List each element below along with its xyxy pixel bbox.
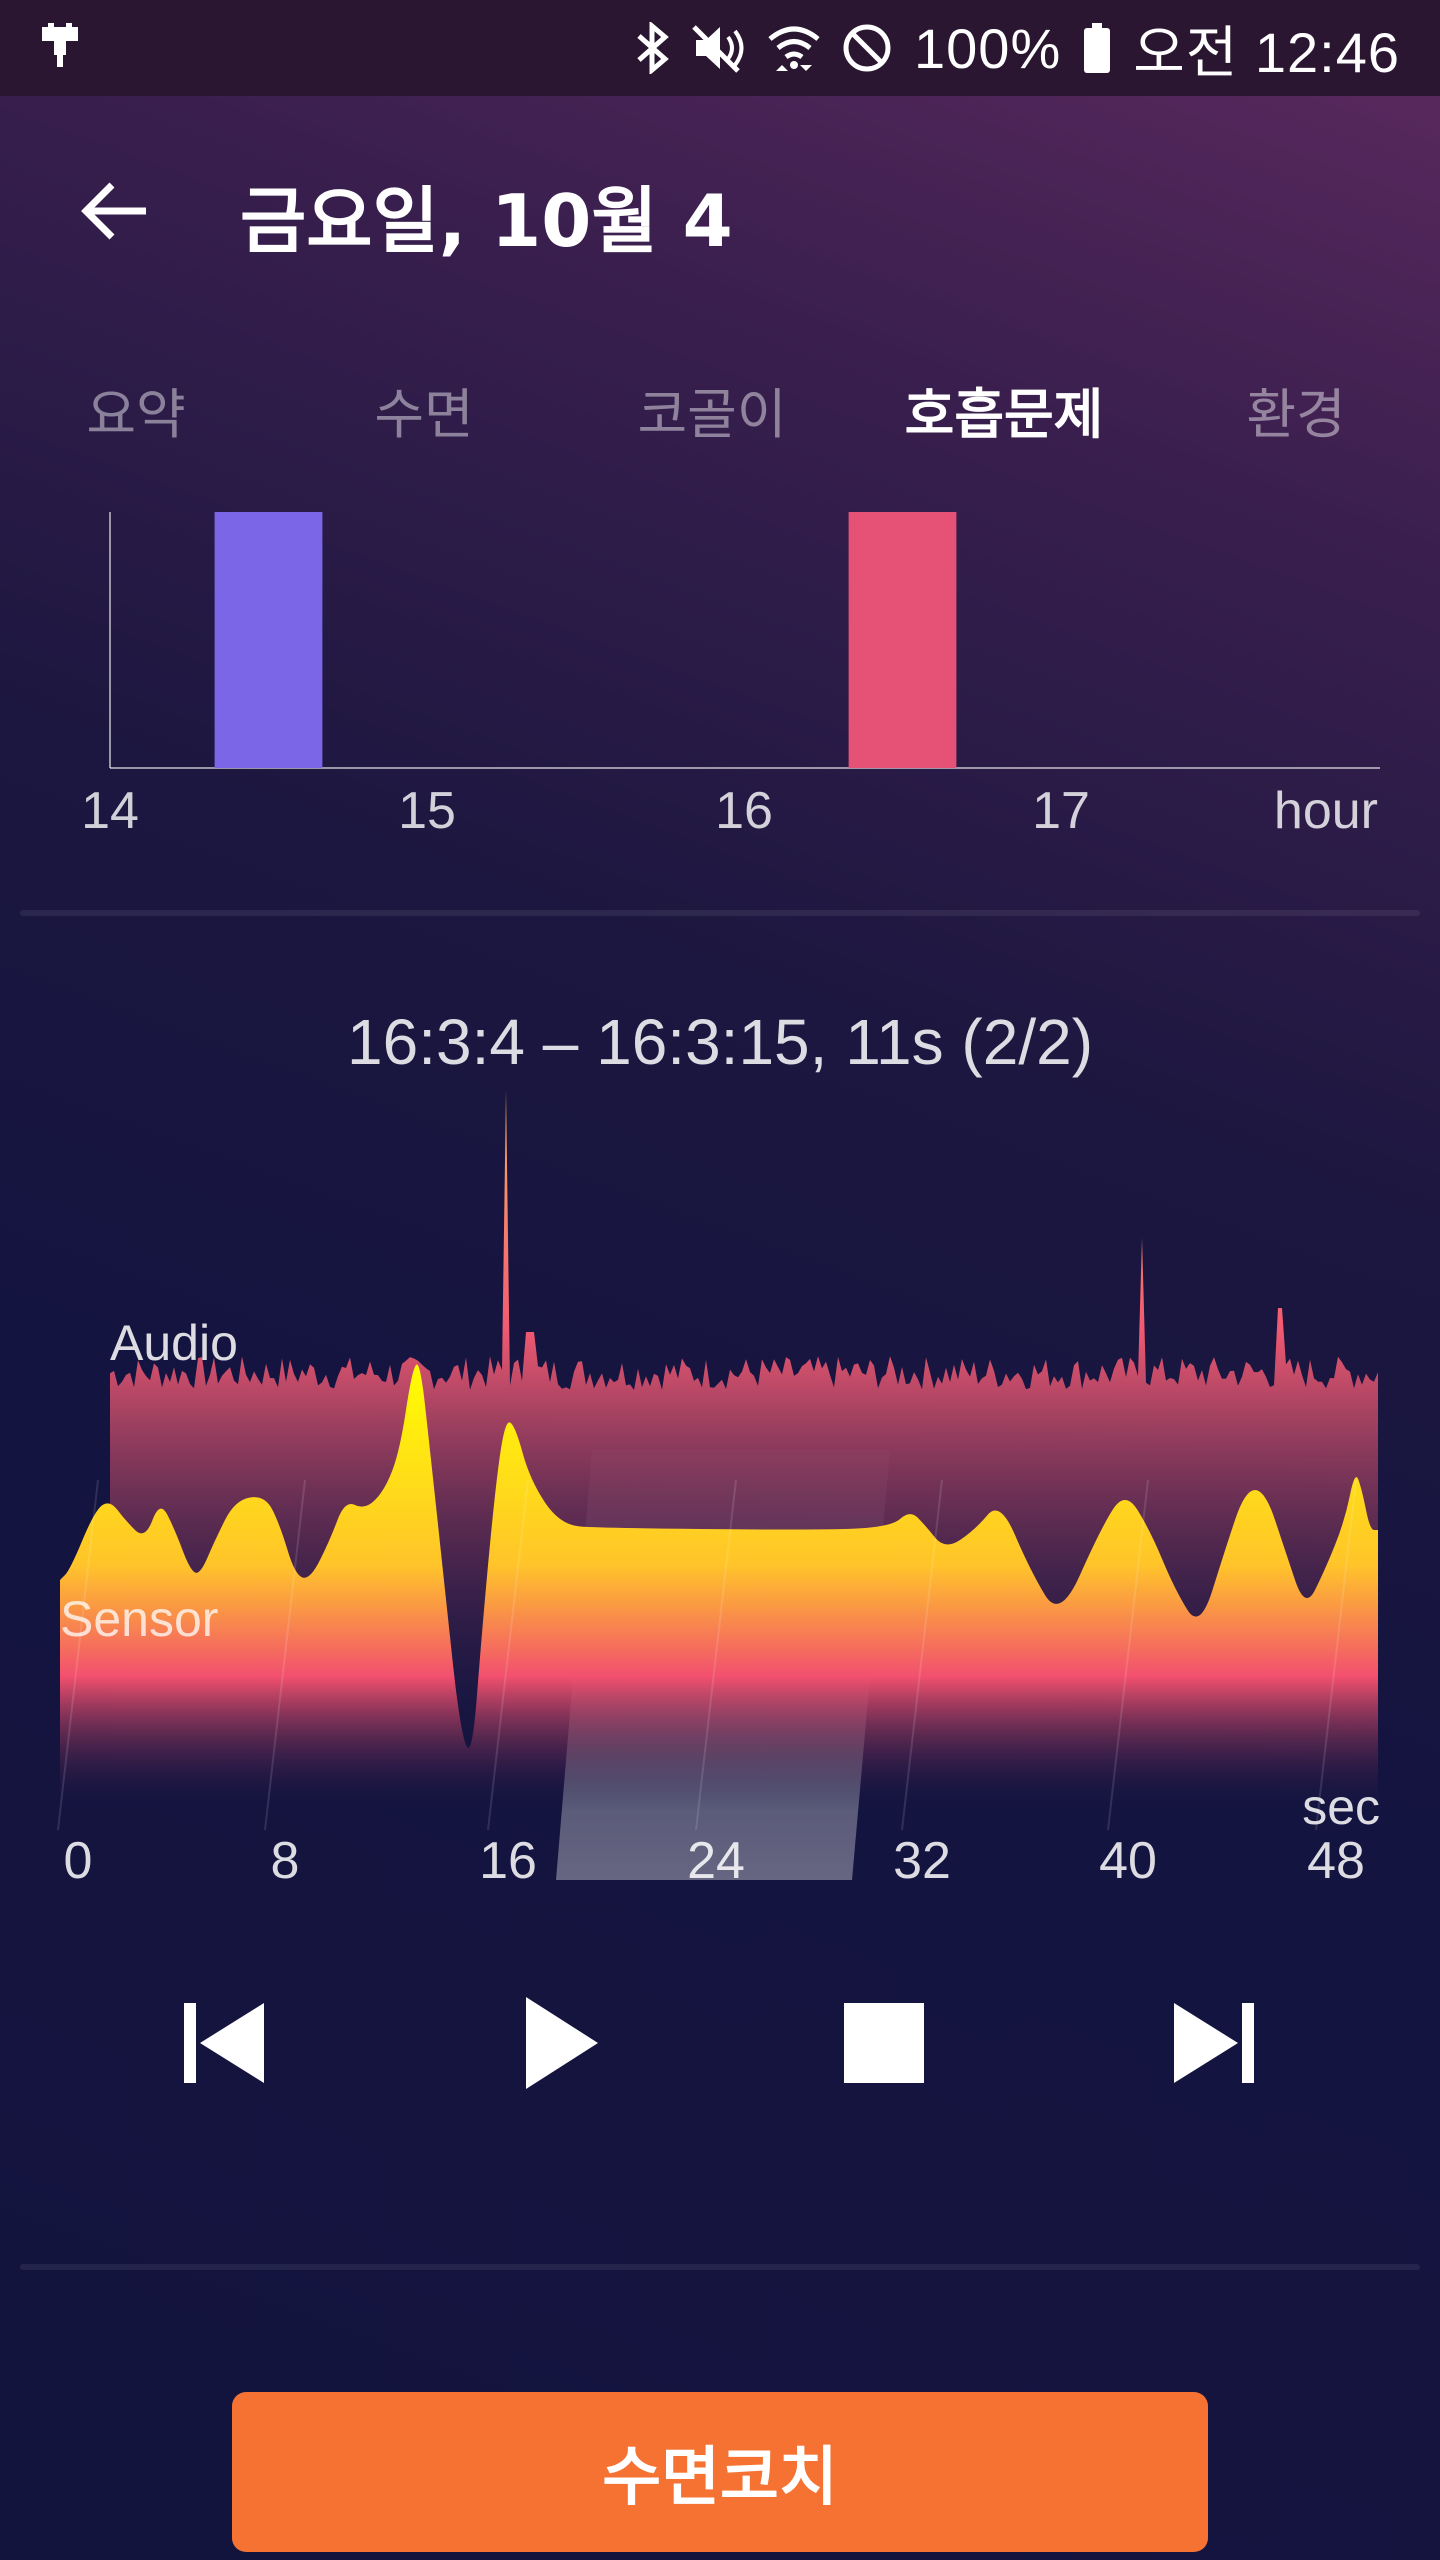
app-bar: 금요일, 10월 4	[0, 140, 1440, 280]
tab-summary[interactable]: 요약	[86, 370, 185, 470]
x-unit-label: hour	[1274, 782, 1378, 840]
tick-label: 8	[271, 1832, 300, 1890]
bluetooth-icon	[636, 22, 670, 74]
series-label-sensor: Sensor	[60, 1591, 218, 1647]
stop-button[interactable]	[824, 1990, 944, 2100]
page-title: 금요일, 10월 4	[240, 179, 733, 263]
mute-icon	[692, 23, 746, 73]
x-unit-label: sec	[1302, 1779, 1380, 1835]
waveform-chart[interactable]: Audio Sensor sec 0 8 16 24 32 40 48	[0, 1070, 1440, 1910]
next-button[interactable]	[1154, 1990, 1274, 2100]
arrow-left-icon	[80, 181, 150, 245]
divider	[20, 910, 1420, 916]
tab-breathing[interactable]: 호흡문제	[905, 370, 1104, 470]
battery-icon	[1083, 23, 1111, 73]
playback-controls	[0, 1990, 1440, 2100]
tick-label: 0	[64, 1832, 93, 1890]
usb-icon	[40, 17, 80, 80]
tick-label: 15	[398, 782, 456, 840]
hour-bar-chart: 14 15 16 17 hour	[81, 512, 1380, 840]
tab-environment[interactable]: 환경	[1246, 370, 1345, 470]
tick-label: 40	[1099, 1832, 1157, 1890]
tab-snoring[interactable]: 코골이	[637, 370, 786, 470]
skip-next-icon	[1172, 2001, 1256, 2089]
dnd-icon	[842, 23, 892, 73]
tick-label: 14	[81, 782, 139, 840]
clock: 오전 12:46	[1133, 20, 1400, 84]
tab-sleep[interactable]: 수면	[374, 370, 473, 470]
tick-label: 16	[715, 782, 773, 840]
divider	[20, 2264, 1420, 2270]
wifi-icon	[768, 23, 820, 73]
tab-bar: 요약 수면 코골이 호흡문제 환경	[0, 370, 1440, 470]
segment-time-label: 16:3:4 – 16:3:15, 11s (2/2)	[347, 1006, 1093, 1078]
stop-icon	[844, 2003, 924, 2087]
previous-button[interactable]	[164, 1990, 284, 2100]
play-button[interactable]	[502, 1990, 622, 2100]
series-label-audio: Audio	[110, 1315, 238, 1371]
event-bar[interactable]	[214, 512, 323, 768]
tick-label: 16	[479, 1832, 537, 1890]
play-icon	[524, 1995, 600, 2095]
event-bar[interactable]	[848, 512, 957, 768]
battery-percent: 100%	[914, 16, 1062, 80]
status-bar: 100% 오전 12:46	[0, 0, 1440, 96]
tick-label: 17	[1032, 782, 1090, 840]
tick-label: 48	[1307, 1832, 1365, 1890]
tick-label: 24	[687, 1832, 745, 1890]
tick-label: 32	[893, 1832, 951, 1890]
sleep-coach-button[interactable]: 수면코치	[232, 2392, 1208, 2552]
skip-previous-icon	[182, 2001, 266, 2089]
back-button[interactable]	[70, 168, 160, 258]
